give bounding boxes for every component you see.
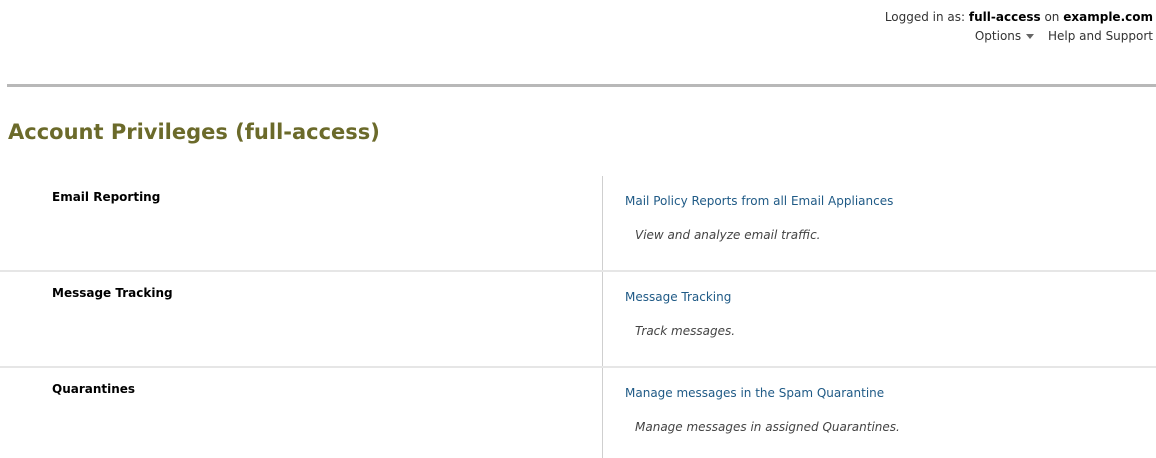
help-and-support-link[interactable]: Help and Support xyxy=(1048,29,1153,43)
chevron-down-icon xyxy=(1026,34,1035,39)
domain-name: example.com xyxy=(1063,10,1153,24)
privilege-row-message-tracking: Message Tracking Message Tracking Track … xyxy=(0,272,1156,368)
privileges-table: Email Reporting Mail Policy Reports from… xyxy=(0,176,1156,458)
privilege-description: Manage messages in assigned Quarantines. xyxy=(635,420,900,434)
options-menu[interactable]: Options xyxy=(974,29,1035,43)
logged-in-prefix: Logged in as: xyxy=(884,10,966,24)
privilege-description: Track messages. xyxy=(635,324,736,338)
privilege-detail: Mail Policy Reports from all Email Appli… xyxy=(602,176,1156,270)
privilege-detail: Manage messages in the Spam Quarantine M… xyxy=(602,368,1156,458)
login-status: Logged in as: full-access on example.com xyxy=(885,10,1153,24)
options-label: Options xyxy=(974,29,1022,43)
message-tracking-link[interactable]: Message Tracking xyxy=(625,272,1156,304)
username: full-access xyxy=(968,10,1041,24)
privilege-description: View and analyze email traffic. xyxy=(635,228,821,242)
header-divider xyxy=(7,84,1156,87)
spam-quarantine-link[interactable]: Manage messages in the Spam Quarantine xyxy=(625,368,1156,400)
utility-links: Options Help and Support xyxy=(965,29,1153,43)
privilege-row-email-reporting: Email Reporting Mail Policy Reports from… xyxy=(0,176,1156,272)
privilege-detail: Message Tracking Track messages. xyxy=(602,272,1156,366)
on-text: on xyxy=(1044,10,1060,24)
top-bar: Logged in as: full-access on example.com… xyxy=(0,0,1156,84)
privilege-name: Quarantines xyxy=(52,382,136,396)
privilege-name: Message Tracking xyxy=(52,286,173,300)
privilege-row-quarantines: Quarantines Manage messages in the Spam … xyxy=(0,368,1156,458)
mail-policy-reports-link[interactable]: Mail Policy Reports from all Email Appli… xyxy=(625,176,1156,208)
privilege-name: Email Reporting xyxy=(52,190,161,204)
page-title: Account Privileges (full-access) xyxy=(8,120,380,144)
